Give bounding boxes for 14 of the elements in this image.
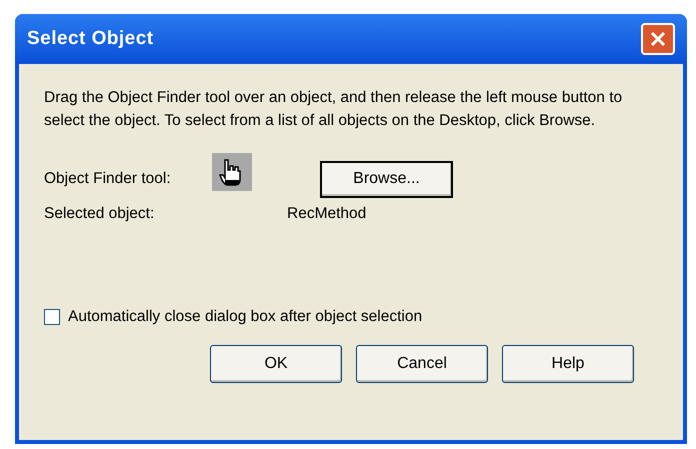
checkbox-label: Automatically close dialog box after object selection (68, 307, 422, 328)
dialog-button[interactable]: OK (210, 344, 342, 382)
finder-tool[interactable] (212, 153, 252, 191)
finder-label: Object Finder tool: (44, 169, 172, 190)
window-title: Select Object (27, 26, 154, 51)
close-button[interactable] (641, 23, 675, 55)
close-icon (649, 30, 667, 48)
browse-button[interactable]: Browse... (320, 160, 453, 198)
dialog-button[interactable]: Cancel (356, 344, 488, 382)
selected-object-label: Selected object: (44, 204, 156, 224)
selected-object-value: RecMethod (287, 204, 366, 224)
dialog-button[interactable]: Help (502, 344, 634, 382)
checkbox[interactable] (44, 308, 60, 325)
instruction-text: Drag the Object Finder tool over an object, and then release the left mouse button to select the object. To select from a list of all objects on the Desktop, click Browse. (44, 88, 624, 131)
